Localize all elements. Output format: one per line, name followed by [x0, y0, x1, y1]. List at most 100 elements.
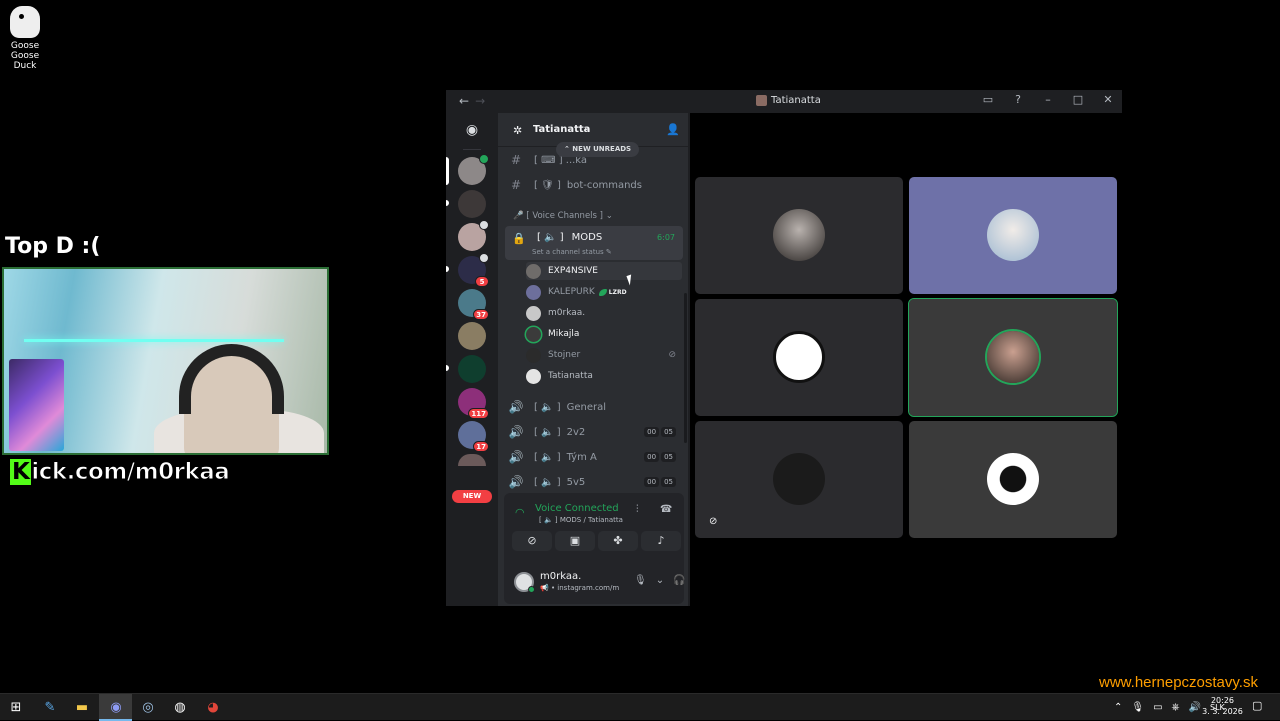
gaming-pc-image — [9, 359, 64, 451]
inbox-icon[interactable]: ▭ — [980, 93, 996, 106]
voice-channel-general[interactable]: 🔊 [ 🔈 ] General — [506, 397, 682, 417]
goose-goose-duck-shortcut[interactable]: Goose Goose Duck — [0, 6, 50, 71]
voice-user[interactable]: Tatianatta — [526, 367, 682, 385]
network-icon[interactable]: ⎈ — [1172, 702, 1180, 713]
voice-panel: ◠ Voice Connected [ 🔈 ] MODS / Tatianatt… — [504, 493, 721, 604]
lock-icon: 🔒 — [512, 232, 526, 245]
voice-channel-5v5[interactable]: 🔊 [ 🔈 ] 5v5 00 05 — [506, 472, 682, 492]
mention-badge: 5 — [475, 276, 489, 287]
close-icon[interactable]: ✕ — [1100, 93, 1116, 106]
text-channel-bot-commands[interactable]: # [ 🛡 ] bot-commands — [506, 175, 682, 195]
channel-name: MODS — [571, 232, 603, 243]
new-servers-pill[interactable]: NEW — [452, 490, 492, 503]
app-icon[interactable]: ✎ — [40, 698, 60, 718]
voice-user[interactable]: KALEPURK LZRD — [526, 283, 682, 301]
participant-tile[interactable] — [909, 177, 1117, 294]
chevron-down-icon[interactable]: ⌄ — [656, 575, 664, 586]
headphones-icon[interactable]: 🎧 — [673, 575, 685, 586]
invite-people-icon[interactable]: 👤 — [666, 123, 680, 136]
server-icon[interactable] — [458, 154, 489, 185]
voice-user[interactable]: Stojner ⊘ — [526, 346, 682, 364]
participant-tile[interactable]: ⊘ — [695, 421, 903, 538]
noise-suppression-icon[interactable]: ⫶ — [636, 504, 639, 515]
server-icon[interactable] — [458, 322, 486, 350]
discord-home-icon[interactable]: ◉ — [458, 118, 486, 142]
participant-tile[interactable] — [909, 421, 1117, 538]
voice-status[interactable]: Voice Connected — [535, 503, 619, 514]
new-unreads-pill[interactable]: ⌃ NEW UNREADS — [556, 142, 640, 157]
back-arrow-icon[interactable]: ← — [459, 94, 469, 108]
participant-tile[interactable] — [695, 177, 903, 294]
discord-taskbar-icon[interactable]: ◉ — [106, 698, 126, 718]
display-icon[interactable]: ▭ — [1153, 702, 1162, 713]
channel-scrollbar[interactable] — [684, 293, 687, 443]
username: Tatianatta — [548, 371, 593, 381]
notifications-icon[interactable]: ▢ — [1252, 699, 1262, 712]
activities-icon: ✤ — [613, 534, 623, 547]
server-icon[interactable] — [458, 355, 486, 383]
server-avatar-icon — [756, 95, 767, 106]
activities-button[interactable]: ✤ — [598, 531, 638, 551]
kick-url: ick.com/m0rkaa — [31, 459, 231, 486]
unread-indicator — [446, 266, 449, 272]
chrome-icon[interactable]: ◕ — [203, 698, 223, 718]
disconnect-icon[interactable]: ☎ — [660, 504, 672, 515]
screen-share-button[interactable]: ▣ — [555, 531, 595, 551]
voice-user[interactable]: m0rkaa. — [526, 304, 682, 322]
channel-prefix: [ 🔈 ] — [534, 426, 561, 438]
voice-channel-2v2[interactable]: 🔊 [ 🔈 ] 2v2 00 05 — [506, 422, 682, 442]
help-icon[interactable]: ? — [1010, 93, 1026, 106]
voice-user[interactable]: Mikajla — [526, 325, 682, 343]
maximize-icon[interactable]: □ — [1070, 93, 1086, 106]
avatar — [526, 284, 541, 300]
voice-icon — [479, 220, 489, 230]
chevron-up-icon[interactable]: ⌃ — [1114, 702, 1122, 713]
server-icon[interactable] — [458, 220, 489, 251]
clock[interactable]: 20:26 3. 3. 2026 — [1200, 695, 1245, 717]
channel-status-prompt[interactable]: Set a channel status ✎ — [532, 248, 612, 256]
soundboard-icon: ♪ — [657, 534, 665, 547]
steam-icon[interactable]: ◎ — [138, 698, 158, 718]
participant-tile[interactable] — [695, 299, 903, 416]
channel-prefix: [ 🔈 ] — [537, 232, 564, 243]
channel-prefix: [ 🛡 ] — [534, 179, 561, 191]
tag-text: LZRD — [608, 288, 627, 296]
server-icon[interactable]: 17 — [458, 421, 489, 452]
minimize-icon[interactable]: – — [1040, 93, 1056, 106]
my-custom-status: 📢 • instagram.com/m — [540, 584, 620, 592]
voice-category[interactable]: 🎤 [ Voice Channels ] ⌄ — [513, 211, 613, 221]
server-icon[interactable]: 37 — [458, 289, 489, 320]
obs-icon[interactable]: ◍ — [170, 698, 190, 718]
file-explorer-icon[interactable]: ▬ — [72, 698, 92, 718]
microphone-icon[interactable]: 🎙 — [1131, 702, 1144, 713]
user-max: 05 — [661, 477, 676, 487]
windows-start-icon[interactable]: ⊞ — [6, 698, 26, 718]
mention-badge: 17 — [473, 441, 489, 452]
voice-timer: 6:07 — [657, 233, 675, 242]
server-icon[interactable]: 5 — [458, 253, 489, 287]
participant-tile-speaking[interactable] — [908, 298, 1118, 417]
voice-user[interactable]: EXP4NSIVE — [526, 262, 682, 280]
server-icon[interactable] — [458, 454, 486, 466]
channel-name: Tým A — [566, 451, 597, 463]
windows-taskbar: ⊞ ✎ ▬ ◉ ◎ ◍ ◕ ⌃ 🎙 ▭ ⎈ 🔊 SLK 20:26 3. 3. … — [0, 693, 1280, 721]
voice-channel-mods[interactable]: 🔒 [ 🔈 ] MODS 6:07 Set a channel status ✎ — [505, 226, 683, 260]
camera-button[interactable]: ⊘ — [512, 531, 552, 551]
divider — [463, 149, 481, 150]
user-tag: LZRD — [598, 288, 627, 296]
server-name: Tatianatta — [533, 124, 591, 135]
forward-arrow-icon[interactable]: → — [475, 94, 485, 108]
soundboard-button[interactable]: ♪ — [641, 531, 681, 551]
user-count: 00 — [644, 477, 660, 487]
goose-icon — [10, 6, 40, 38]
server-icon[interactable] — [458, 190, 486, 218]
signal-icon[interactable]: ◠ — [515, 506, 525, 519]
voice-location[interactable]: [ 🔈 ] MODS / Tatianatta — [539, 516, 623, 524]
unread-indicator — [446, 200, 449, 206]
selected-indicator — [446, 157, 449, 185]
my-username[interactable]: m0rkaa. — [540, 571, 581, 582]
microphone-icon[interactable]: 🎙 — [634, 575, 647, 586]
server-icon[interactable]: 117 — [458, 388, 489, 419]
voice-channel-tym-a[interactable]: 🔊 [ 🔈 ] Tým A 00 05 — [506, 447, 682, 467]
user-limit: 00 05 — [644, 452, 676, 462]
